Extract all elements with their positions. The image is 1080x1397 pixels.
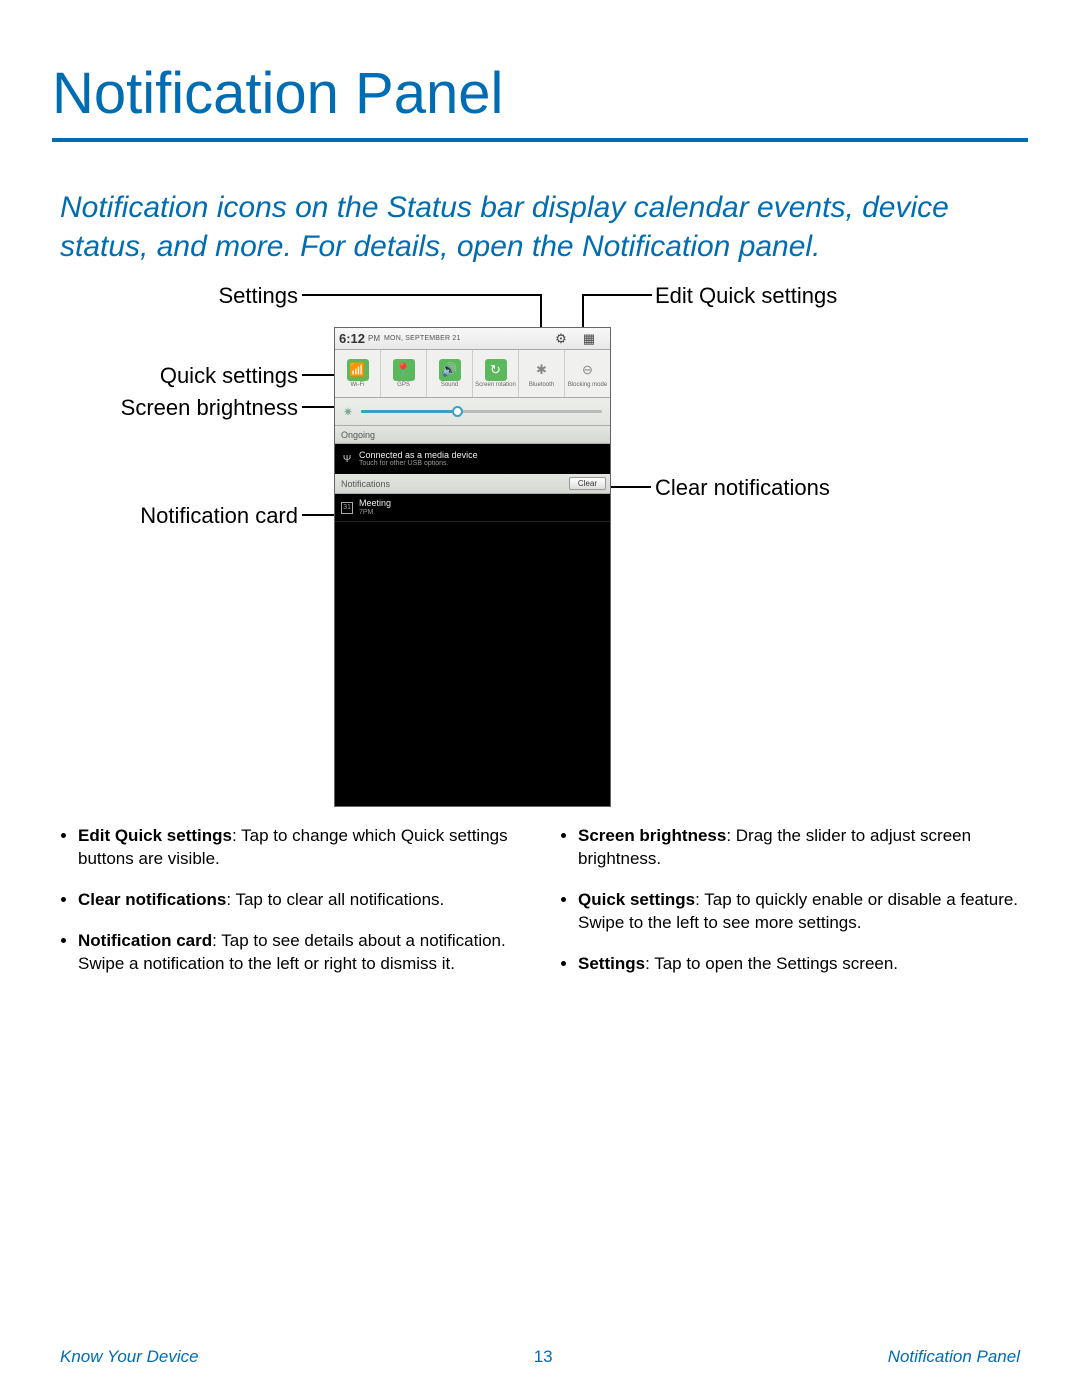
callout-settings: Settings bbox=[208, 283, 298, 309]
gear-icon[interactable]: ⚙ bbox=[554, 332, 568, 346]
quick-setting-icon: 🔊 bbox=[439, 359, 461, 381]
calendar-icon: 31 bbox=[341, 502, 353, 514]
status-date: MON, SEPTEMBER 21 bbox=[380, 335, 461, 342]
callout-edit-quick: Edit Quick settings bbox=[655, 283, 837, 309]
bullet-item: Notification card: Tap to see details ab… bbox=[78, 930, 520, 976]
quick-setting-icon: 📶 bbox=[347, 359, 369, 381]
quick-setting-label: Blocking mode bbox=[568, 382, 607, 388]
quick-setting-icon: ↻ bbox=[485, 359, 507, 381]
card-subtitle: 7PM bbox=[359, 509, 391, 516]
status-bar: 6:12 PM MON, SEPTEMBER 21 ⚙ ▦ bbox=[335, 328, 610, 350]
notifications-header-label: Notifications bbox=[341, 479, 390, 489]
usb-icon: Ψ bbox=[341, 454, 353, 465]
brightness-slider[interactable] bbox=[361, 410, 602, 413]
ongoing-header: Ongoing bbox=[335, 426, 610, 444]
quick-setting-label: Bluetooth bbox=[529, 382, 554, 388]
callout-notification-card: Notification card bbox=[128, 503, 298, 529]
footer-page-number: 13 bbox=[534, 1347, 553, 1367]
title-rule bbox=[52, 138, 1028, 142]
ongoing-title: Connected as a media device bbox=[359, 451, 478, 461]
notification-card[interactable]: 31 Meeting 7PM bbox=[335, 494, 610, 522]
quick-setting-label: Sound bbox=[441, 382, 458, 388]
bullets-right: Screen brightness: Drag the slider to ad… bbox=[560, 825, 1020, 994]
status-time: 6:12 bbox=[335, 331, 365, 346]
card-title: Meeting bbox=[359, 499, 391, 509]
page-title: Notification Panel bbox=[52, 60, 503, 127]
ongoing-notification[interactable]: Ψ Connected as a media device Touch for … bbox=[335, 444, 610, 474]
intro-text: Notification icons on the Status bar dis… bbox=[60, 188, 1020, 266]
quick-setting-tile[interactable]: 🔊Sound bbox=[427, 350, 473, 397]
status-ampm: PM bbox=[365, 334, 380, 343]
quick-setting-tile[interactable]: ✱Bluetooth bbox=[519, 350, 565, 397]
callout-screen-brightness: Screen brightness bbox=[108, 395, 298, 421]
footer-left: Know Your Device bbox=[60, 1347, 199, 1367]
phone-screenshot: 6:12 PM MON, SEPTEMBER 21 ⚙ ▦ 📶Wi-Fi📍GPS… bbox=[334, 327, 611, 807]
quick-settings-row: 📶Wi-Fi📍GPS🔊Sound↻Screen rotation✱Bluetoo… bbox=[335, 350, 610, 398]
quick-setting-label: Screen rotation bbox=[475, 382, 516, 388]
connector bbox=[302, 294, 542, 296]
quick-setting-tile[interactable]: 📍GPS bbox=[381, 350, 427, 397]
bullet-item: Quick settings: Tap to quickly enable or… bbox=[578, 889, 1020, 935]
description-columns: Edit Quick settings: Tap to change which… bbox=[60, 825, 1020, 994]
page-footer: Know Your Device 13 Notification Panel bbox=[0, 1347, 1080, 1367]
callout-clear-notifications: Clear notifications bbox=[655, 475, 830, 501]
brightness-icon: ✷ bbox=[343, 405, 353, 419]
bullet-item: Edit Quick settings: Tap to change which… bbox=[78, 825, 520, 871]
bullet-item: Settings: Tap to open the Settings scree… bbox=[578, 953, 1020, 976]
bullet-item: Clear notifications: Tap to clear all no… bbox=[78, 889, 520, 912]
quick-setting-label: GPS bbox=[397, 382, 410, 388]
bullets-left: Edit Quick settings: Tap to change which… bbox=[60, 825, 520, 994]
brightness-row[interactable]: ✷ bbox=[335, 398, 610, 426]
notifications-header-row: Notifications Clear bbox=[335, 474, 610, 494]
callout-quick-settings: Quick settings bbox=[148, 363, 298, 389]
footer-right: Notification Panel bbox=[888, 1347, 1020, 1367]
quick-setting-icon: ⊖ bbox=[577, 359, 599, 381]
clear-button[interactable]: Clear bbox=[569, 477, 606, 490]
quick-setting-icon: 📍 bbox=[393, 359, 415, 381]
diagram-area: Settings Edit Quick settings Quick setti… bbox=[0, 275, 1080, 815]
grid-icon[interactable]: ▦ bbox=[582, 332, 596, 346]
quick-setting-label: Wi-Fi bbox=[351, 382, 365, 388]
ongoing-sub: Touch for other USB options. bbox=[359, 460, 478, 467]
quick-setting-tile[interactable]: ⊖Blocking mode bbox=[565, 350, 610, 397]
bullet-item: Screen brightness: Drag the slider to ad… bbox=[578, 825, 1020, 871]
connector bbox=[582, 294, 652, 296]
quick-setting-tile[interactable]: ↻Screen rotation bbox=[473, 350, 519, 397]
quick-setting-icon: ✱ bbox=[531, 359, 553, 381]
quick-setting-tile[interactable]: 📶Wi-Fi bbox=[335, 350, 381, 397]
